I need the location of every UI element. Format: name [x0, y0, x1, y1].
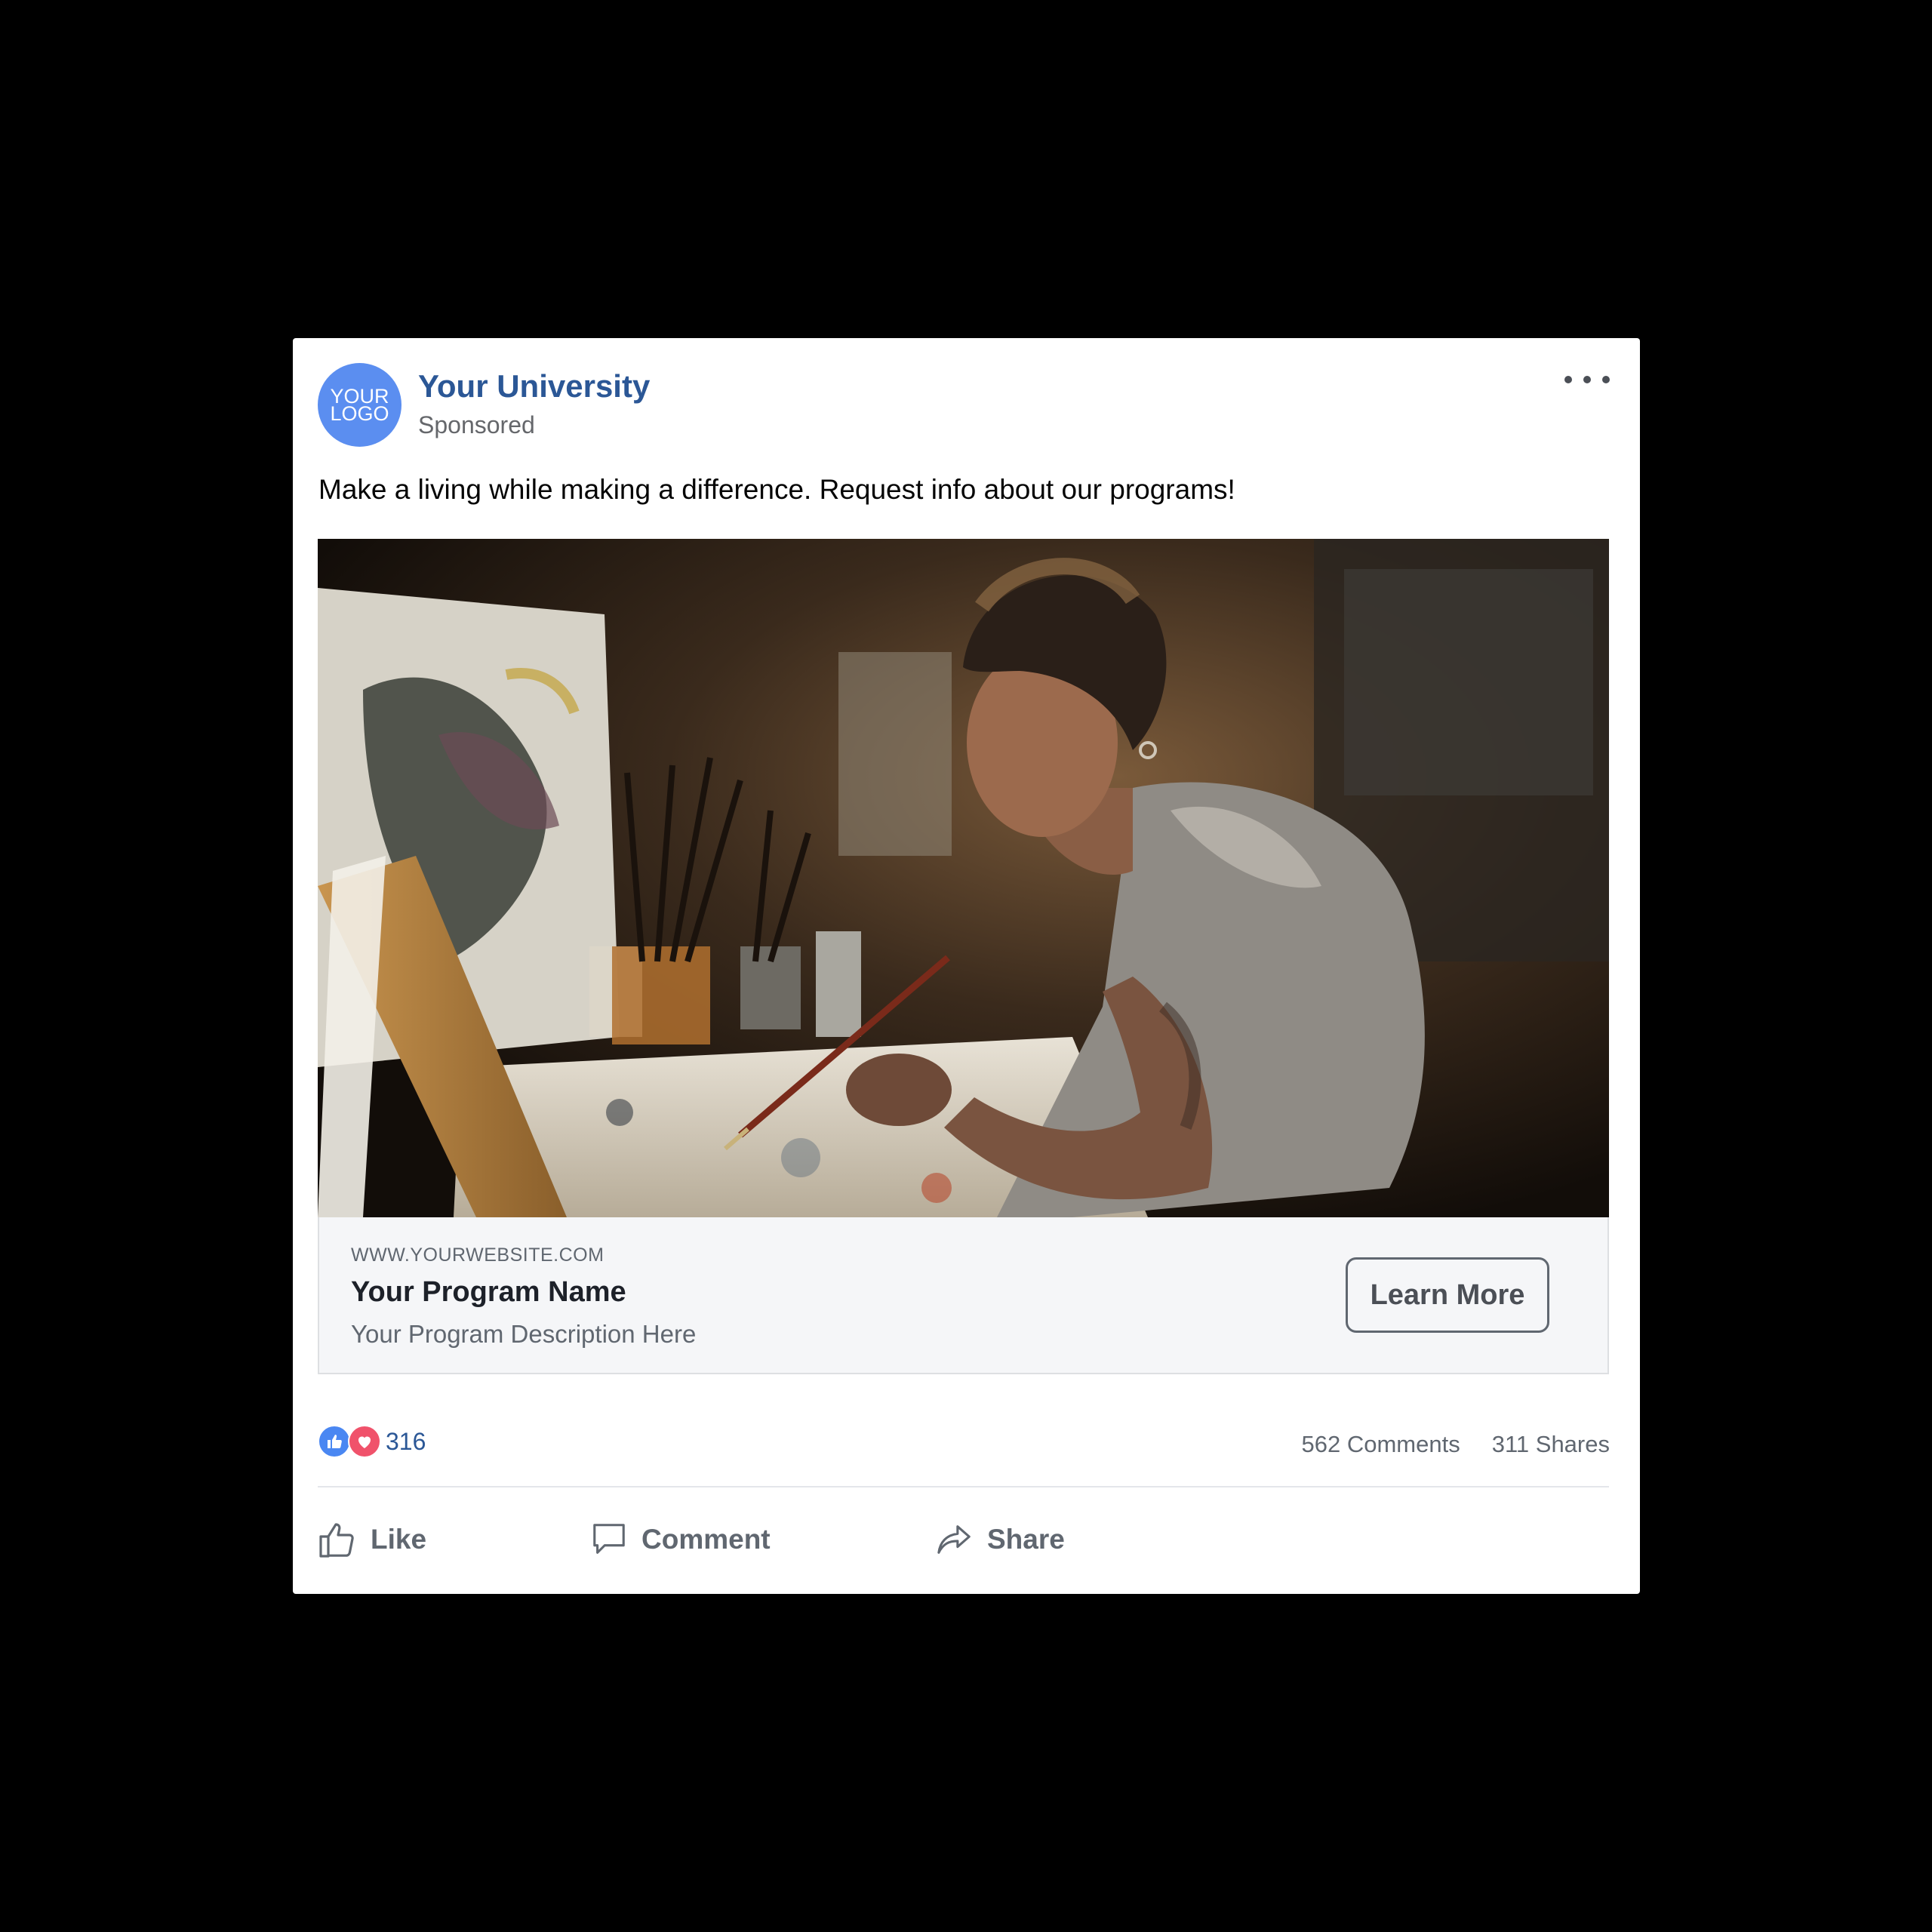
- like-button[interactable]: Like: [318, 1517, 426, 1562]
- dot-icon: [1602, 376, 1610, 383]
- logo-text: YOUR LOGO: [330, 384, 389, 425]
- reaction-summary[interactable]: 316: [318, 1425, 426, 1458]
- comment-label: Comment: [641, 1524, 771, 1555]
- shares-count[interactable]: 311 Shares: [1492, 1431, 1610, 1458]
- share-button[interactable]: Share: [936, 1517, 1065, 1562]
- sponsored-label[interactable]: Sponsored: [418, 411, 535, 439]
- like-label: Like: [371, 1524, 427, 1555]
- comment-button[interactable]: Comment: [590, 1517, 771, 1562]
- like-reaction-icon: [318, 1425, 351, 1458]
- thumbs-up-icon: [319, 1523, 354, 1558]
- divider: [318, 1486, 1609, 1487]
- engagement-stats: 562 Comments 311 Shares: [1302, 1431, 1610, 1458]
- page-name-link[interactable]: Your University: [418, 368, 650, 405]
- reaction-count: 316: [386, 1427, 426, 1455]
- post-message: Make a living while making a difference.…: [318, 474, 1235, 505]
- artist-painting-photo: [318, 539, 1609, 1217]
- link-url: WWW.YOURWEBSITE.COM: [351, 1244, 605, 1266]
- comments-count[interactable]: 562 Comments: [1302, 1431, 1460, 1458]
- share-arrow-icon: [937, 1525, 971, 1554]
- post-image[interactable]: [318, 539, 1609, 1217]
- link-preview-card[interactable]: WWW.YOURWEBSITE.COM Your Program Name Yo…: [318, 1217, 1609, 1374]
- more-options-icon[interactable]: [1564, 368, 1610, 391]
- link-title: Your Program Name: [351, 1276, 626, 1308]
- sponsored-post: YOUR LOGO Your University Sponsored Make…: [293, 338, 1640, 1594]
- page-avatar-logo[interactable]: YOUR LOGO: [318, 363, 401, 447]
- dot-icon: [1564, 376, 1572, 383]
- learn-more-button[interactable]: Learn More: [1346, 1257, 1549, 1333]
- link-description: Your Program Description Here: [351, 1320, 697, 1348]
- love-reaction-icon: [348, 1425, 381, 1458]
- dot-icon: [1583, 376, 1591, 383]
- share-label: Share: [987, 1524, 1065, 1555]
- speech-bubble-icon: [593, 1524, 625, 1554]
